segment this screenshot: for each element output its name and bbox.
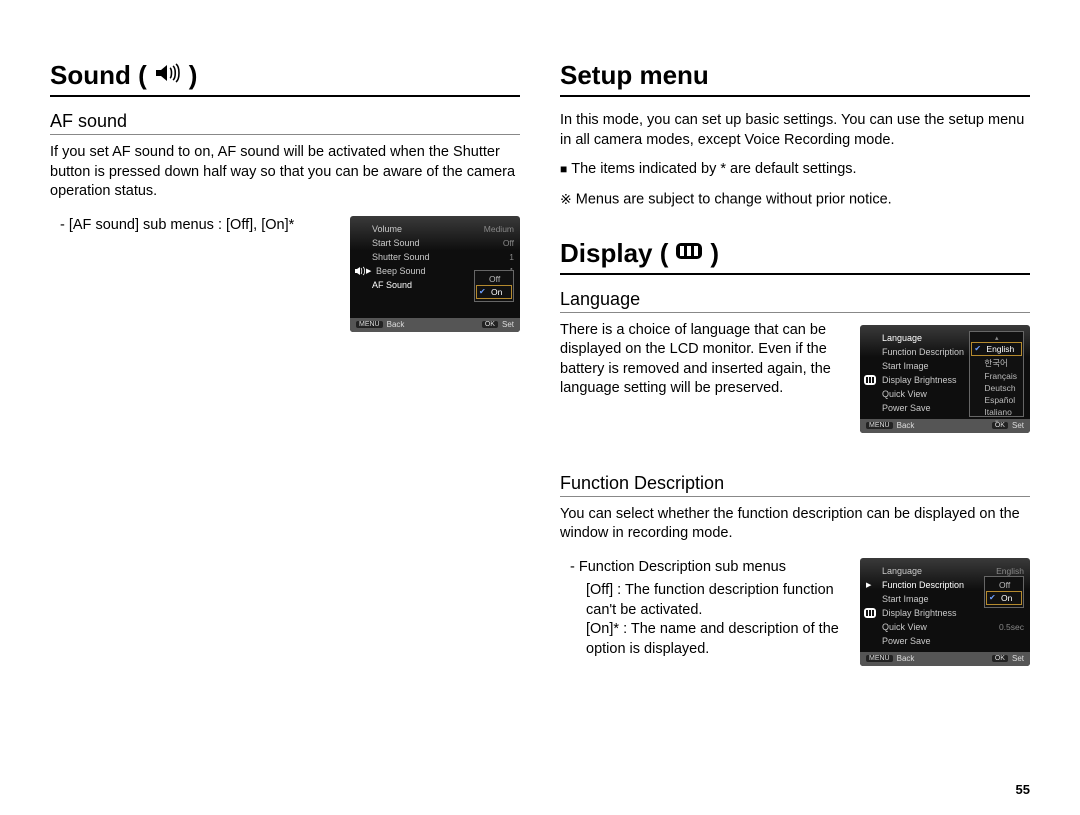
menu-item-startsound: Start Sound (372, 238, 420, 248)
funcdesc-screenshot: LanguageEnglish ▶Function Description St… (860, 558, 1030, 666)
back-label: Back (387, 320, 405, 329)
opt-francais: Français (970, 370, 1023, 382)
menu-tag: MENU (356, 321, 383, 328)
opt-on: On (1001, 593, 1012, 603)
menu-item-powersave: Power Save (882, 403, 931, 413)
menu-item-language: Language (882, 566, 922, 576)
opt-off: Off (475, 273, 513, 285)
opt-italiano: Italiano (970, 406, 1023, 418)
opt-off: Off (985, 579, 1023, 591)
setup-note1: ■The items indicated by * are default se… (560, 160, 1030, 180)
sound-heading: Sound ( ) (50, 60, 520, 97)
funcdesc-sub: - Function Description sub menus (570, 558, 846, 578)
setup-note2: ※Menus are subject to change without pri… (560, 190, 1030, 210)
set-label: Set (502, 320, 514, 329)
language-screenshot: Language Function Description Start Imag… (860, 325, 1030, 433)
menu-item-brightness: Display Brightness (882, 375, 957, 385)
language-options: ▴ ✔English 한국어 Français Deutsch Español … (969, 331, 1024, 417)
afsound-options: Off ✔ On (474, 270, 514, 302)
menu-item-shuttersound: Shutter Sound (372, 252, 430, 262)
menu-item-startimage: Start Image (882, 361, 929, 371)
af-sound-screenshot: VolumeMedium Start SoundOff Shutter Soun… (350, 216, 520, 332)
language-heading: Language (560, 289, 1030, 313)
funcdesc-options: Off ✔ On (984, 576, 1024, 608)
opt-on: On (491, 287, 502, 297)
menu-item-language: Language (882, 333, 922, 343)
opt-english: English (986, 344, 1014, 354)
menu-item-quickview: Quick View (882, 622, 927, 632)
funcdesc-off: [Off] : The function description functio… (586, 581, 846, 620)
shot-footer: MENU Back OK Set (860, 652, 1030, 666)
af-sound-desc: If you set AF sound to on, AF sound will… (50, 143, 520, 202)
page-number: 55 (1016, 782, 1030, 797)
check-icon: ✔ (479, 287, 486, 296)
af-sound-submenus: - [AF sound] sub menus : [Off], [On]* (60, 216, 336, 236)
display-heading: Display ( ) (560, 238, 1030, 275)
funcdesc-heading: Function Description (560, 473, 1030, 497)
menu-item-afsound: AF Sound (372, 280, 412, 290)
display-icon (674, 238, 704, 269)
menu-item-funcdesc: Function Description (882, 347, 964, 357)
manual-page: Sound ( ) AF sound If you set AF sound t… (50, 60, 1030, 666)
left-column: Sound ( ) AF sound If you set AF sound t… (50, 60, 520, 666)
opt-espanol: Español (970, 394, 1023, 406)
funcdesc-para: You can select whether the function desc… (560, 505, 1030, 544)
setup-intro: In this mode, you can set up basic setti… (560, 111, 1030, 150)
speaker-icon (153, 60, 183, 91)
funcdesc-on: [On]* : The name and description of the … (586, 620, 846, 659)
menu-item-funcdesc: Function Description (882, 580, 964, 590)
menu-item-volume: Volume (372, 224, 402, 234)
af-sound-heading: AF sound (50, 111, 520, 135)
opt-korean: 한국어 (970, 356, 1023, 370)
menu-item-powersave: Power Save (882, 636, 931, 646)
shot-footer: MENU Back OK Set (350, 318, 520, 332)
sound-heading-text: Sound ( (50, 60, 147, 91)
ok-tag: OK (482, 321, 498, 328)
menu-item-brightness: Display Brightness (882, 608, 957, 618)
opt-deutsch: Deutsch (970, 382, 1023, 394)
display-small-icon (863, 606, 877, 620)
right-column: Setup menu In this mode, you can set up … (560, 60, 1030, 666)
check-icon: ✔ (989, 593, 996, 602)
check-icon: ✔ (974, 344, 981, 353)
menu-item-beepsound: Beep Sound (376, 266, 426, 276)
speaker-small-icon (353, 264, 367, 278)
menu-item-startimage: Start Image (882, 594, 929, 604)
sound-heading-close: ) (189, 60, 198, 91)
display-small-icon (863, 373, 877, 387)
setup-heading: Setup menu (560, 60, 1030, 97)
menu-item-quickview: Quick View (882, 389, 927, 399)
language-desc: There is a choice of language that can b… (560, 321, 846, 399)
